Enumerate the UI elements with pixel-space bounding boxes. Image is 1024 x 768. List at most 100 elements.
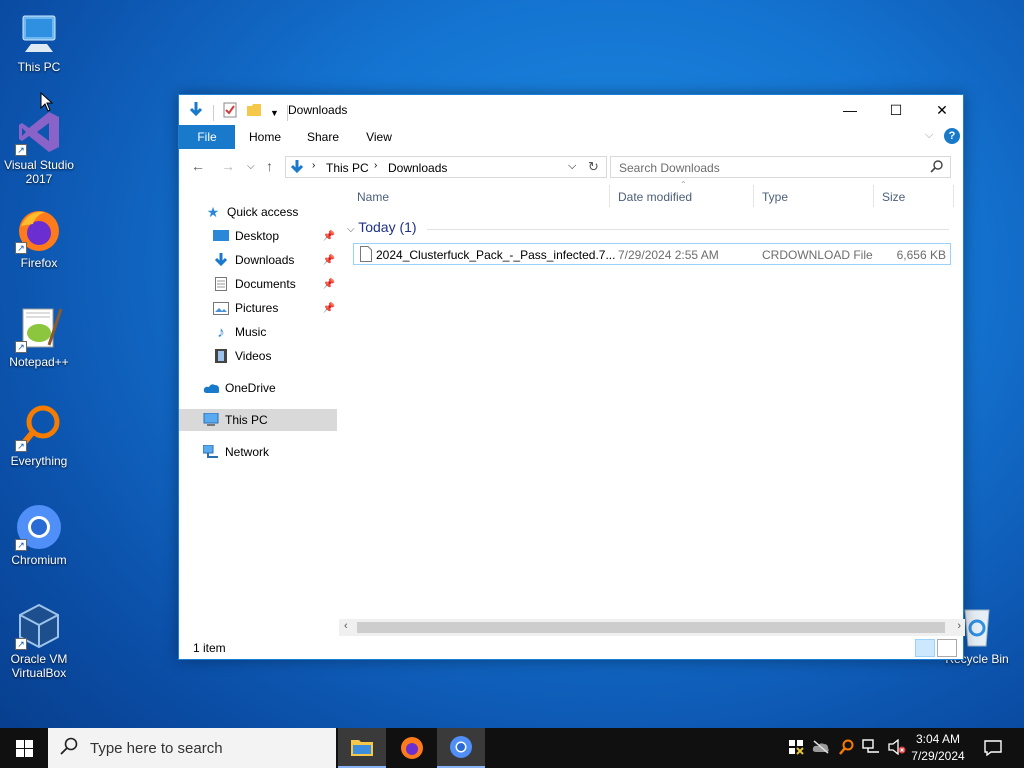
clock-time: 3:04 AM <box>915 732 961 746</box>
scrollbar-thumb[interactable] <box>357 622 945 633</box>
taskbar-firefox[interactable] <box>388 728 436 768</box>
tab-view[interactable]: View <box>357 125 401 149</box>
taskbar-search-box[interactable]: Type here to search <box>48 728 336 768</box>
maximize-button[interactable]: ☐ <box>873 95 919 125</box>
desktop-icon-this-pc[interactable]: This PC <box>1 10 77 74</box>
column-date-modified[interactable]: Date modified <box>618 190 692 204</box>
address-row: ← → ⌵ ↑ › This PC › Downloads ⌵ ↻ Search… <box>179 153 963 181</box>
address-history-chevron-icon[interactable]: ⌵ <box>568 160 576 173</box>
network-tray-icon[interactable] <box>862 738 880 758</box>
computer-icon <box>203 412 219 428</box>
file-size: 6,656 KB <box>896 248 946 262</box>
breadcrumb-downloads[interactable]: Downloads <box>388 161 447 175</box>
minimize-button[interactable]: — <box>827 95 873 125</box>
scroll-left-icon[interactable]: ‹ <box>344 620 348 632</box>
film-icon <box>213 348 229 364</box>
everything-tray-icon[interactable] <box>838 739 854 758</box>
chromium-icon <box>450 736 472 758</box>
nav-documents[interactable]: Documents 📌 <box>179 273 337 295</box>
desktop-icon-visual-studio[interactable]: ↗ Visual Studio 2017 <box>1 108 77 186</box>
shortcut-arrow-icon: ↗ <box>15 242 27 254</box>
desktop-icon-label: Notepad++ <box>9 355 69 369</box>
large-icons-view-button[interactable] <box>937 639 957 657</box>
column-name[interactable]: Name <box>357 190 389 204</box>
horizontal-scrollbar[interactable]: ‹ › <box>339 619 965 636</box>
refresh-icon[interactable]: ↻ <box>588 159 599 175</box>
shortcut-arrow-icon: ↗ <box>15 341 27 353</box>
back-button[interactable]: ← <box>191 158 205 174</box>
quick-access-toolbar: ▼ <box>187 101 288 124</box>
table-row[interactable]: 2024_Clusterfuck_Pack_-_Pass_infected.7.… <box>353 243 951 265</box>
desktop-icon-label: Oracle VM VirtualBox <box>10 652 68 680</box>
tab-share[interactable]: Share <box>301 125 345 149</box>
group-header-today[interactable]: ⌵ Today (1) <box>347 219 417 235</box>
help-icon[interactable]: ? <box>944 128 960 144</box>
desktop-icon-everything[interactable]: ↗ Everything <box>1 404 77 468</box>
desktop-icon-label: Visual Studio 2017 <box>4 158 74 186</box>
desktop-icon-chromium[interactable]: ↗ Chromium <box>1 503 77 567</box>
file-explorer-window: ▼ Downloads — ☐ ✕ File Home Share View ⌵… <box>178 94 965 660</box>
nav-music[interactable]: ♪ Music <box>179 321 337 343</box>
taskbar-clock[interactable]: 3:04 AM 7/29/2024 <box>900 731 976 765</box>
forward-button[interactable]: → <box>221 158 235 174</box>
chromium-icon: ↗ <box>15 503 63 551</box>
nav-label: OneDrive <box>225 381 276 395</box>
search-input[interactable]: Search Downloads <box>610 156 951 178</box>
view-switcher <box>915 639 957 657</box>
desktop-icon-virtualbox[interactable]: ↗ Oracle VM VirtualBox <box>1 602 77 680</box>
downloads-location-icon <box>289 159 305 178</box>
notepadpp-icon: ↗ <box>15 305 63 353</box>
nav-label: This PC <box>225 413 268 427</box>
new-folder-icon[interactable] <box>246 102 262 123</box>
firefox-icon <box>401 737 423 759</box>
customize-toolbar-chevron-icon[interactable]: ▼ <box>270 108 279 118</box>
recent-locations-chevron-icon[interactable]: ⌵ <box>247 161 255 172</box>
desktop-icon-label: This PC <box>17 60 61 74</box>
close-icon: ✕ <box>936 101 948 118</box>
breadcrumb-this-pc[interactable]: This PC <box>326 161 369 175</box>
pin-icon: 📌 <box>322 278 335 290</box>
maximize-icon: ☐ <box>889 101 903 118</box>
address-bar[interactable]: › This PC › Downloads ⌵ ↻ <box>285 156 607 178</box>
properties-icon[interactable] <box>222 102 238 123</box>
nav-quick-access[interactable]: ★ Quick access <box>179 201 337 223</box>
tab-file[interactable]: File <box>179 125 235 149</box>
onedrive-offline-icon[interactable] <box>812 739 830 757</box>
close-button[interactable]: ✕ <box>919 95 965 125</box>
taskbar-chromium[interactable] <box>437 728 485 768</box>
everything-search-icon: ↗ <box>15 404 63 452</box>
nav-label: Network <box>225 445 270 459</box>
start-button[interactable] <box>0 728 48 768</box>
desktop-icon-firefox[interactable]: ↗ Firefox <box>1 206 77 270</box>
column-size[interactable]: Size <box>882 190 905 204</box>
tab-home[interactable]: Home <box>243 125 287 149</box>
up-button[interactable]: ↑ <box>266 158 273 174</box>
security-shield-icon[interactable] <box>788 739 804 758</box>
nav-videos[interactable]: Videos <box>179 345 337 367</box>
column-type[interactable]: Type <box>762 190 788 204</box>
shortcut-arrow-icon: ↗ <box>15 144 27 156</box>
nav-this-pc[interactable]: This PC <box>179 409 337 431</box>
file-type: CRDOWNLOAD File <box>762 248 873 262</box>
action-center-button[interactable] <box>978 728 1008 768</box>
firefox-icon: ↗ <box>15 206 63 254</box>
search-icon <box>930 159 944 176</box>
notification-icon <box>984 740 1002 756</box>
nav-network[interactable]: Network <box>179 441 337 463</box>
breadcrumb-separator-icon: › <box>312 160 316 171</box>
expand-ribbon-chevron-icon[interactable]: ⌵ <box>925 129 933 142</box>
desktop-icon-notepadpp[interactable]: ↗ Notepad++ <box>1 305 77 369</box>
scroll-right-icon[interactable]: › <box>957 620 961 632</box>
nav-onedrive[interactable]: OneDrive <box>179 377 337 399</box>
nav-downloads[interactable]: Downloads 📌 <box>179 249 337 271</box>
taskbar-file-explorer[interactable] <box>338 728 386 768</box>
nav-desktop[interactable]: Desktop 📌 <box>179 225 337 247</box>
nav-pictures[interactable]: Pictures 📌 <box>179 297 337 319</box>
ribbon-tabs: File Home Share View ⌵ ? <box>179 125 963 149</box>
system-tray <box>788 728 906 768</box>
minimize-icon: — <box>843 102 857 118</box>
computer-icon <box>15 10 63 58</box>
details-view-button[interactable] <box>915 639 935 657</box>
shortcut-arrow-icon: ↗ <box>15 440 27 452</box>
status-item-count: 1 item <box>193 641 226 655</box>
